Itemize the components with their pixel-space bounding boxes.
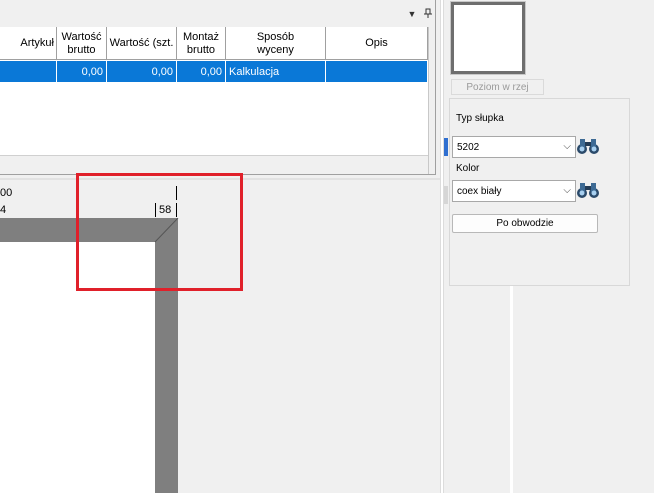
col-header-opis[interactable]: Opis bbox=[326, 27, 428, 60]
dropdown-arrow-icon[interactable]: ▼ bbox=[406, 8, 418, 20]
perimeter-button[interactable]: Po obwodzie bbox=[452, 214, 598, 233]
grid-header-row: Artykuł Wartość brutto Wartość (szt. Mon… bbox=[0, 27, 428, 60]
col-header-wartosc-szt[interactable]: Wartość (szt. bbox=[107, 27, 177, 60]
cell-artykul[interactable] bbox=[0, 61, 57, 82]
col-header-montaz-brutto[interactable]: Montaż brutto bbox=[177, 27, 226, 60]
grid-panel-titlebar: ▼ bbox=[0, 0, 435, 27]
vertical-scrollbar[interactable] bbox=[428, 27, 435, 174]
table-row[interactable]: 0,00 0,00 0,00 Kalkulacja bbox=[0, 61, 428, 82]
cell-wartosc-brutto[interactable]: 0,00 bbox=[57, 61, 107, 82]
col-header-wartosc-brutto[interactable]: Wartość brutto bbox=[57, 27, 107, 60]
color-select[interactable]: coex biały ⌵ bbox=[452, 180, 576, 202]
profile-preview bbox=[450, 1, 526, 75]
cell-wartosc-szt[interactable]: 0,00 bbox=[107, 61, 177, 82]
cell-sposob-wyceny[interactable]: Kalkulacja bbox=[226, 61, 326, 82]
pin-icon[interactable] bbox=[422, 8, 434, 20]
cell-montaz-brutto[interactable]: 0,00 bbox=[177, 61, 226, 82]
color-value: coex biały bbox=[457, 185, 502, 197]
chevron-down-icon: ⌵ bbox=[563, 141, 571, 152]
chevron-down-icon: ⌵ bbox=[563, 185, 571, 196]
ruler-bottom-label: 4 bbox=[0, 204, 7, 216]
vertical-splitter[interactable] bbox=[510, 286, 513, 493]
post-type-value: 5202 bbox=[457, 141, 480, 153]
side-tab-marker[interactable] bbox=[444, 186, 448, 204]
highlight-rectangle bbox=[76, 173, 243, 291]
post-type-select[interactable]: 5202 ⌵ bbox=[452, 136, 576, 158]
binoculars-icon[interactable] bbox=[576, 136, 600, 156]
color-label: Kolor bbox=[456, 163, 480, 174]
vertical-splitter[interactable] bbox=[440, 0, 444, 493]
post-type-label: Typ słupka bbox=[456, 113, 504, 124]
binoculars-icon[interactable] bbox=[576, 180, 600, 200]
horizontal-scrollbar[interactable] bbox=[0, 155, 428, 174]
level-button[interactable]: Poziom w rzej bbox=[451, 79, 544, 95]
col-header-artykul[interactable]: Artykuł bbox=[0, 27, 57, 60]
col-header-sposob-wyceny[interactable]: Sposób wyceny bbox=[226, 27, 326, 60]
cell-opis[interactable] bbox=[326, 61, 428, 82]
ruler-top-label: 00 bbox=[0, 187, 13, 199]
side-tab-marker[interactable] bbox=[444, 138, 448, 156]
